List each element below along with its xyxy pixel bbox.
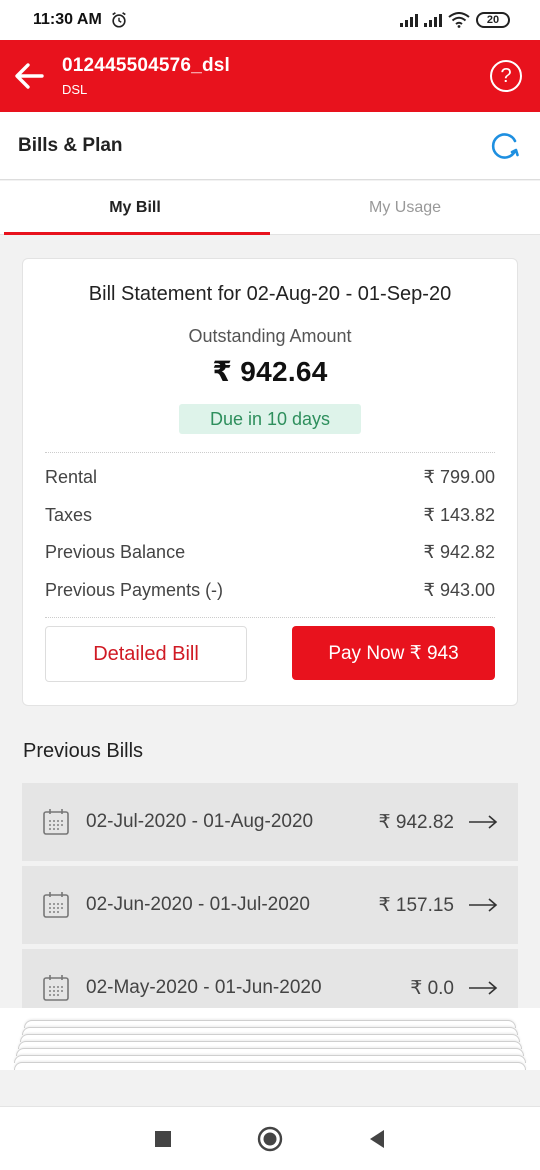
home-icon	[257, 1126, 283, 1151]
previous-bill-item[interactable]: 02-Jul-2020 - 01-Aug-2020 ₹ 942.82	[22, 783, 518, 861]
divider	[45, 452, 495, 453]
status-time: 11:30 AM	[33, 11, 102, 28]
bill-period: 02-Jul-2020 - 01-Aug-2020	[86, 811, 314, 832]
wifi-icon	[448, 12, 470, 28]
bill-amount: ₹ 0.0	[410, 977, 454, 999]
calendar-icon	[43, 809, 69, 835]
section-title: Bills & Plan	[18, 134, 123, 156]
bill-amount: ₹ 157.15	[378, 894, 454, 916]
back-arrow-icon	[15, 63, 44, 89]
due-badge: Due in 10 days	[179, 404, 361, 434]
back-triangle-icon	[369, 1129, 384, 1148]
refresh-icon[interactable]	[488, 129, 522, 163]
bottom-drawer[interactable]	[0, 1008, 540, 1070]
breakdown-row: Rental ₹ 799.00	[45, 459, 495, 497]
account-id: 012445504576_dsl	[62, 55, 231, 76]
breakdown-label: Previous Payments (-)	[45, 579, 224, 600]
arrow-right-icon	[469, 898, 498, 912]
battery-level: 20	[486, 14, 500, 26]
breakdown-label: Taxes	[45, 504, 93, 525]
help-symbol: ?	[500, 64, 512, 87]
pay-now-button[interactable]: Pay Now ₹ 943	[292, 626, 495, 680]
account-type: DSL	[62, 82, 88, 97]
calendar-icon	[43, 975, 69, 1001]
bill-amount: ₹ 942.82	[378, 811, 454, 833]
statement-title: Bill Statement for 02-Aug-20 - 01-Sep-20	[88, 283, 452, 305]
signal-icon	[400, 13, 418, 27]
bill-statement-card: Bill Statement for 02-Aug-20 - 01-Sep-20…	[22, 258, 518, 706]
help-icon[interactable]: ?	[490, 60, 522, 92]
tab-my-bill-label: My Bill	[109, 198, 161, 216]
system-back-button[interactable]	[363, 1125, 391, 1153]
outstanding-label: Outstanding Amount	[188, 326, 352, 346]
drawer-stack	[14, 1018, 526, 1070]
previous-bill-item[interactable]: 02-Jun-2020 - 01-Jul-2020 ₹ 157.15	[22, 866, 518, 944]
breakdown-label: Previous Balance	[45, 542, 186, 563]
back-button[interactable]	[0, 40, 58, 112]
breakdown-value: ₹ 799.00	[423, 467, 495, 488]
header-titles: 012445504576_dsl DSL	[62, 55, 230, 97]
battery-icon: 20	[476, 12, 510, 28]
signal-icon	[424, 13, 442, 27]
app-bar: 012445504576_dsl DSL ?	[0, 40, 540, 112]
calendar-icon	[43, 892, 69, 918]
bill-breakdown: Rental ₹ 799.00 Taxes ₹ 143.82 Previous …	[45, 459, 495, 609]
system-nav-bar	[0, 1106, 540, 1170]
bill-period: 02-Jun-2020 - 01-Jul-2020	[86, 894, 310, 915]
bill-tabs: My Bill My Usage	[0, 181, 540, 235]
tab-my-usage[interactable]: My Usage	[270, 181, 540, 234]
divider	[45, 617, 495, 618]
breakdown-label: Rental	[45, 467, 98, 488]
breakdown-row: Taxes ₹ 143.82	[45, 497, 495, 535]
tab-my-usage-label: My Usage	[368, 198, 442, 216]
status-bar: 11:30 AM 20	[0, 0, 540, 40]
alarm-icon	[112, 12, 126, 28]
tab-my-bill[interactable]: My Bill	[0, 181, 270, 235]
stop-icon	[155, 1130, 172, 1147]
breakdown-value: ₹ 143.82	[423, 504, 495, 525]
breakdown-row: Previous Balance ₹ 942.82	[45, 534, 495, 572]
previous-bills-title: Previous Bills	[23, 740, 144, 762]
detailed-bill-button[interactable]: Detailed Bill	[45, 626, 247, 682]
section-bar: Bills & Plan	[0, 112, 540, 180]
arrow-right-icon	[469, 815, 498, 829]
breakdown-row: Previous Payments (-) ₹ 943.00	[45, 572, 495, 610]
bill-period: 02-May-2020 - 01-Jun-2020	[86, 977, 322, 998]
breakdown-value: ₹ 943.00	[423, 579, 495, 600]
arrow-right-icon	[469, 981, 498, 995]
drawer-layer	[14, 1062, 526, 1070]
bill-actions: Detailed Bill Pay Now ₹ 943	[45, 626, 495, 682]
recents-button[interactable]	[149, 1125, 177, 1153]
breakdown-value: ₹ 942.82	[423, 542, 495, 563]
home-button[interactable]	[256, 1125, 284, 1153]
outstanding-amount: ₹ 942.64	[212, 356, 328, 387]
